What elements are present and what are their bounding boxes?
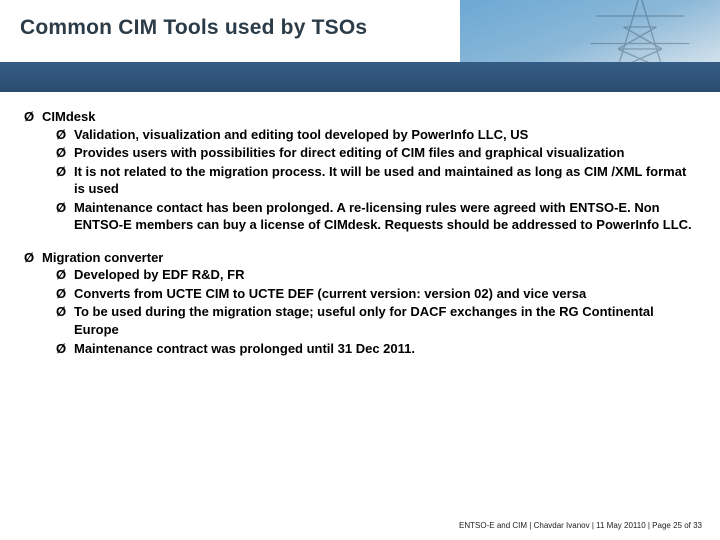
bullet-text: Validation, visualization and editing to… xyxy=(74,126,696,144)
bullet-arrow-icon: Ø xyxy=(56,303,74,338)
list-item: Ø Migration converter ØDeveloped by EDF … xyxy=(24,249,696,357)
bullet-text: To be used during the migration stage; u… xyxy=(74,303,696,338)
bullet-text: It is not related to the migration proce… xyxy=(74,163,696,198)
slide-body: Ø CIMdesk ØValidation, visualization and… xyxy=(0,108,720,358)
bullet-arrow-icon: Ø xyxy=(56,126,74,144)
section-heading: CIMdesk xyxy=(42,108,696,126)
list-item: ØMaintenance contract was prolonged unti… xyxy=(56,340,696,358)
list-item: ØMaintenance contact has been prolonged.… xyxy=(56,199,696,234)
bullet-text: Provides users with possibilities for di… xyxy=(74,144,696,162)
bullet-arrow-icon: Ø xyxy=(56,144,74,162)
bullet-arrow-icon: Ø xyxy=(24,249,42,267)
list-item: ØValidation, visualization and editing t… xyxy=(56,126,696,144)
section-heading: Migration converter xyxy=(42,249,696,267)
bullet-text: Converts from UCTE CIM to UCTE DEF (curr… xyxy=(74,285,696,303)
bullet-text: Developed by EDF R&D, FR xyxy=(74,266,696,284)
list-item: ØConverts from UCTE CIM to UCTE DEF (cur… xyxy=(56,285,696,303)
bullet-arrow-icon: Ø xyxy=(56,266,74,284)
list-item: ØIt is not related to the migration proc… xyxy=(56,163,696,198)
bullet-arrow-icon: Ø xyxy=(56,285,74,303)
bullet-arrow-icon: Ø xyxy=(24,108,42,126)
slide-header: Common CIM Tools used by TSOs xyxy=(0,0,720,92)
list-item: Ø CIMdesk ØValidation, visualization and… xyxy=(24,108,696,234)
bullet-arrow-icon: Ø xyxy=(56,340,74,358)
list-item: ØProvides users with possibilities for d… xyxy=(56,144,696,162)
bullet-arrow-icon: Ø xyxy=(56,163,74,198)
list-item: ØDeveloped by EDF R&D, FR xyxy=(56,266,696,284)
slide-footer: ENTSO-E and CIM | Chavdar Ivanov | 11 Ma… xyxy=(459,521,702,530)
bullet-text: Maintenance contact has been prolonged. … xyxy=(74,199,696,234)
slide-title: Common CIM Tools used by TSOs xyxy=(20,16,367,40)
title-band xyxy=(0,62,720,92)
list-item: ØTo be used during the migration stage; … xyxy=(56,303,696,338)
bullet-arrow-icon: Ø xyxy=(56,199,74,234)
bullet-text: Maintenance contract was prolonged until… xyxy=(74,340,696,358)
